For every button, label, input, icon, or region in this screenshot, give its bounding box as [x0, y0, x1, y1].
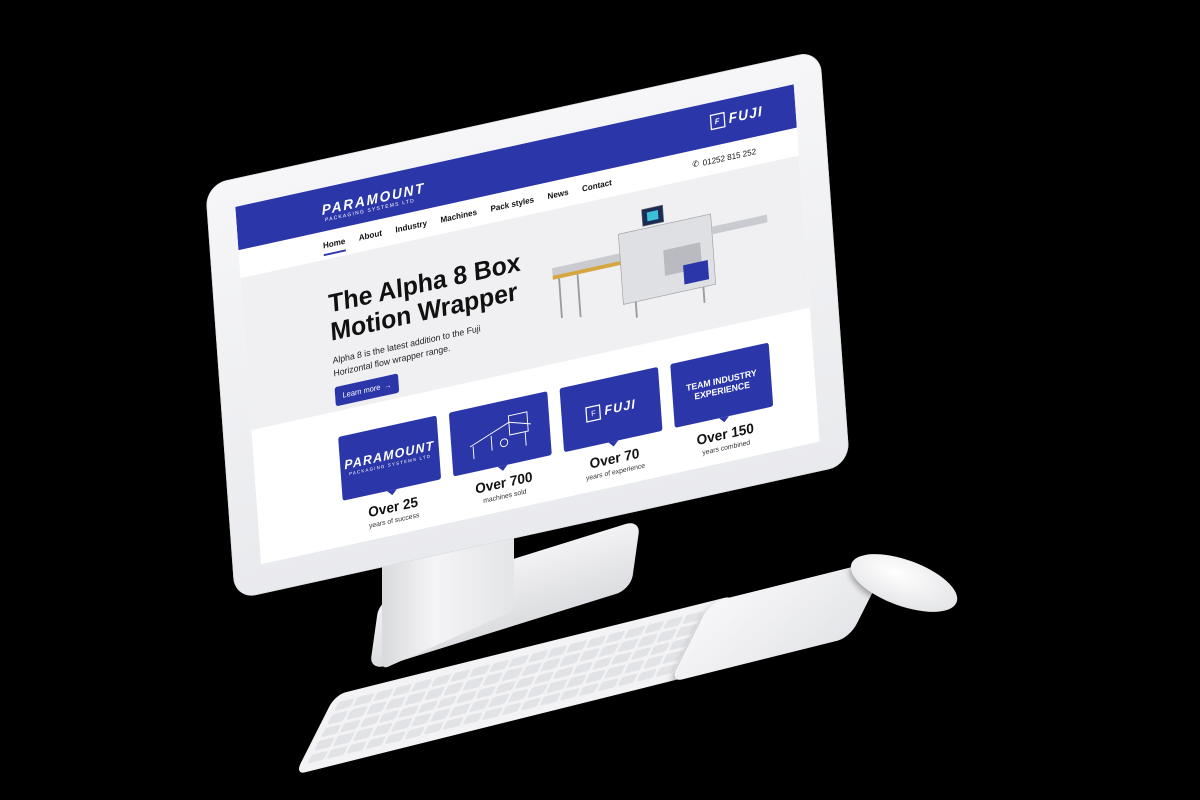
keyboard-key: [636, 668, 658, 682]
stat-item: TEAM INDUSTRY EXPERIENCE Over 150 years …: [670, 342, 775, 463]
monitor: PARAMOUNT PACKAGING SYSTEMS LTD F FUJI H…: [205, 50, 850, 600]
nav-item-industry[interactable]: Industry: [395, 218, 428, 240]
stat-card-team: TEAM INDUSTRY EXPERIENCE: [670, 342, 774, 428]
keyboard-key: [597, 677, 619, 692]
stat-item: F FUJI Over 70 years of experience: [559, 366, 665, 487]
arrow-right-icon: →: [383, 380, 392, 391]
fuji-logo-word: FUJI: [728, 102, 764, 127]
desktop-scene: PARAMOUNT PACKAGING SYSTEMS LTD F FUJI H…: [0, 0, 1200, 800]
keyboard-key: [539, 692, 561, 706]
phone-icon: ✆: [691, 158, 700, 170]
learn-more-label: Learn more: [342, 382, 381, 400]
nav-item-news[interactable]: News: [547, 187, 569, 207]
nav-item-about[interactable]: About: [358, 228, 382, 248]
keyboard-key: [423, 721, 445, 735]
stat-card-fuji: F FUJI: [559, 366, 663, 453]
phone-number: 01252 815 252: [702, 146, 757, 168]
keyboard-key: [404, 725, 426, 740]
website-screen: PARAMOUNT PACKAGING SYSTEMS LTD F FUJI H…: [235, 84, 820, 565]
stat-card-machine: [448, 391, 552, 477]
keyboard-key: [307, 750, 329, 764]
keyboard-key: [442, 716, 465, 730]
team-experience-card-text: TEAM INDUSTRY EXPERIENCE: [685, 367, 757, 402]
keyboard-key: [326, 745, 348, 759]
fuji-card-logo: FUJI: [603, 396, 637, 418]
machine-outline-icon: [469, 411, 531, 460]
fuji-mark-icon: F: [709, 111, 726, 131]
keyboard-key: [481, 706, 503, 721]
keyboard-key: [520, 696, 542, 711]
keyboard-key: [365, 735, 387, 750]
keyboard-key: [617, 672, 639, 687]
keyboard-key: [578, 682, 600, 697]
stat-card-paramount: PARAMOUNT PACKAGING SYSTEMS LTD: [338, 415, 442, 501]
fuji-logo[interactable]: F FUJI: [709, 102, 764, 131]
keyboard-key: [384, 730, 407, 745]
stat-item: Over 700 machines sold: [448, 391, 554, 511]
keyboard-key: [558, 687, 581, 702]
nav-item-home[interactable]: Home: [322, 235, 347, 257]
keyboard-key: [346, 740, 368, 755]
keyboard-key: [462, 711, 484, 726]
nav-item-contact[interactable]: Contact: [582, 177, 613, 199]
keyboard-key: [500, 701, 523, 716]
fuji-card-mark-icon: F: [585, 404, 602, 423]
stat-item: PARAMOUNT PACKAGING SYSTEMS LTD Over 25 …: [338, 415, 443, 535]
